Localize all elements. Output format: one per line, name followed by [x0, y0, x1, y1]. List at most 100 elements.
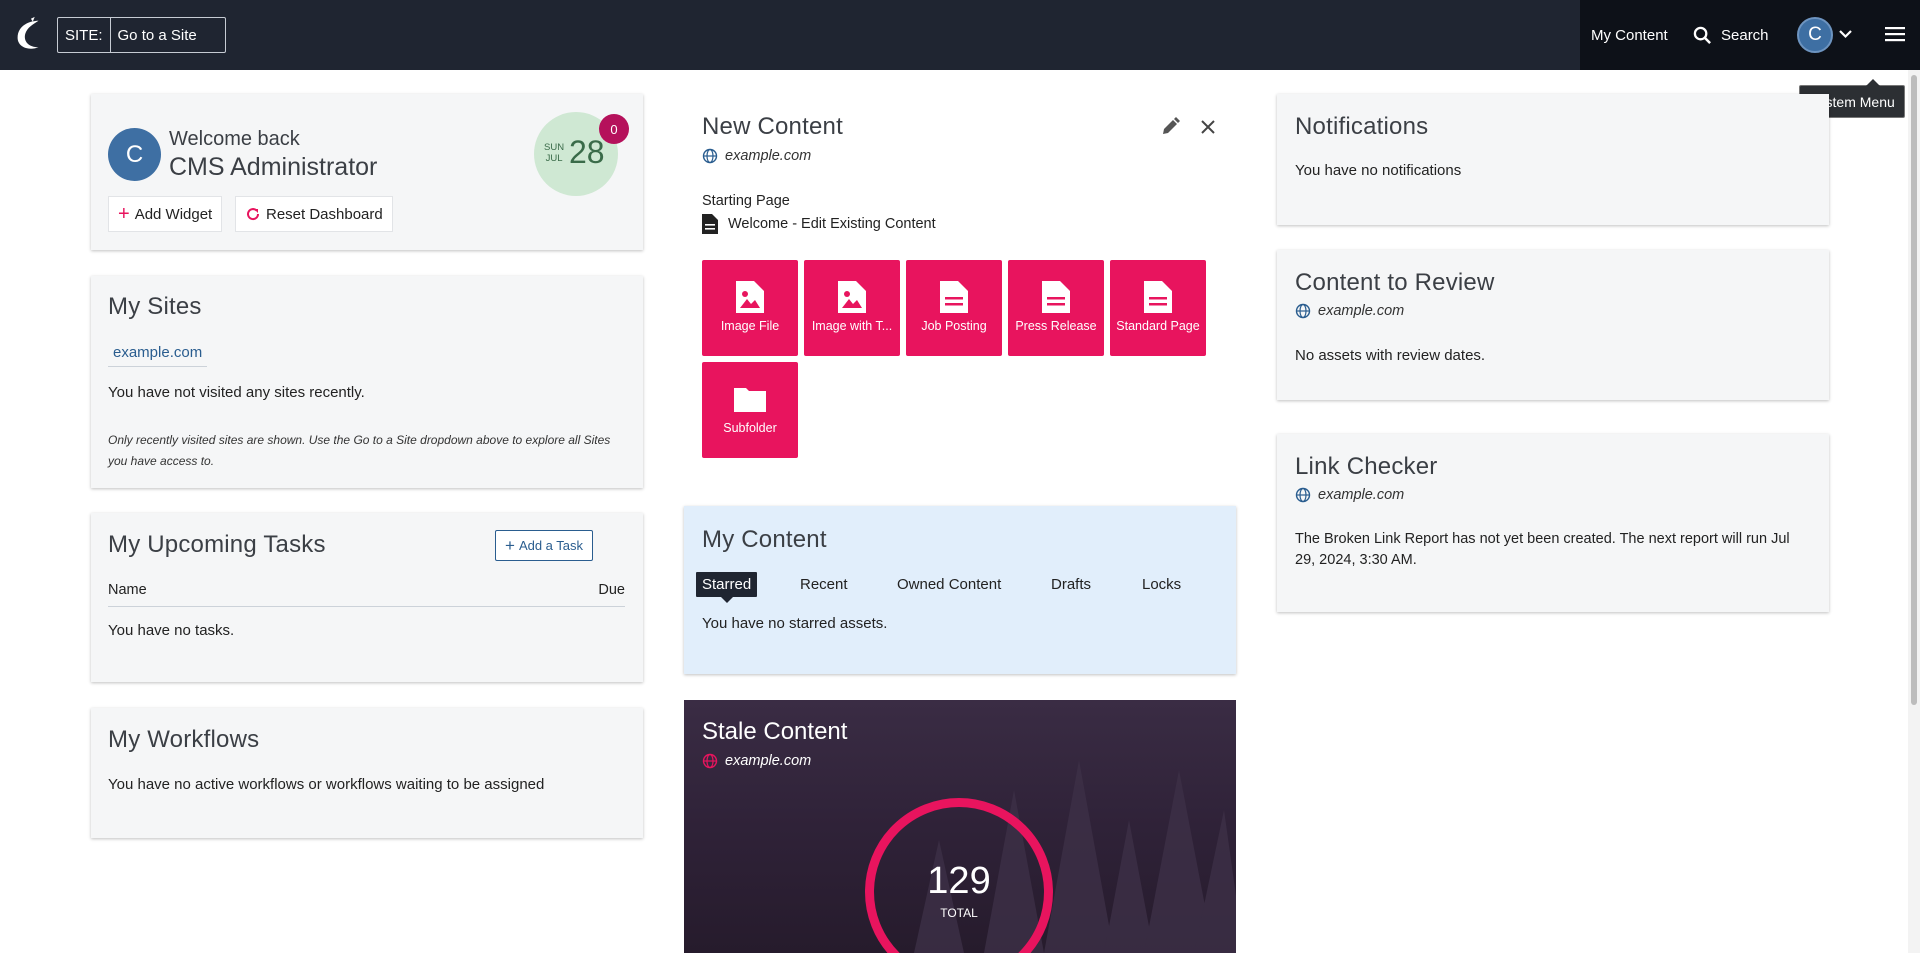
user-avatar[interactable]: C [1797, 17, 1833, 53]
my-content-widget: My Content Starred Recent Owned Content … [684, 506, 1236, 674]
stale-content-title: Stale Content [702, 718, 848, 745]
my-content-link[interactable]: My Content [1591, 0, 1668, 70]
content-review-widget: Content to Review example.com No assets … [1277, 250, 1829, 400]
site-picker-value: Go to a Site [117, 26, 197, 44]
my-content-title: My Content [702, 526, 827, 553]
stale-total-label: TOTAL [940, 906, 978, 920]
workflows-title: My Workflows [108, 726, 260, 753]
search-button[interactable]: Search [1693, 0, 1769, 70]
tasks-title: My Upcoming Tasks [108, 531, 326, 558]
add-widget-label: Add Widget [134, 205, 213, 223]
scrollbar-thumb[interactable] [1911, 75, 1917, 705]
document-icon [702, 214, 718, 234]
tile-standard-page[interactable]: Standard Page [1110, 260, 1206, 356]
workflows-widget: My Workflows You have no active workflow… [91, 708, 643, 838]
notifications-widget: Notifications You have no notifications [1277, 94, 1829, 225]
new-content-title: New Content [702, 113, 843, 140]
stale-total-value: 129 [927, 860, 991, 902]
user-name: CMS Administrator [169, 153, 378, 181]
search-label: Search [1721, 26, 1769, 44]
tab-owned-content[interactable]: Owned Content [897, 576, 1001, 593]
page-scrollbar[interactable] [1908, 70, 1920, 953]
close-icon[interactable] [1200, 119, 1216, 135]
globe-icon [1295, 303, 1311, 319]
starting-page-label: Starting Page [702, 193, 790, 209]
document-icon [1144, 281, 1172, 313]
my-sites-empty: You have not visited any sites recently. [108, 384, 365, 401]
plus-icon: + [505, 536, 515, 555]
site-picker[interactable]: SITE: Go to a Site [57, 17, 226, 53]
folder-icon [734, 388, 766, 412]
add-widget-button[interactable]: + Add Widget [108, 196, 223, 232]
my-content-empty: You have no starred assets. [702, 615, 888, 632]
starting-page[interactable]: Welcome - Edit Existing Content [702, 214, 936, 234]
globe-icon [702, 148, 718, 164]
edit-pencil-icon[interactable] [1160, 117, 1180, 137]
hamburger-menu-icon[interactable] [1885, 26, 1905, 42]
content-review-site-label: example.com [1318, 303, 1405, 319]
content-review-site: example.com [1295, 303, 1404, 319]
plus-icon: + [118, 203, 130, 225]
tile-label: Job Posting [921, 319, 987, 333]
stale-content-site: example.com [702, 753, 811, 769]
link-checker-widget: Link Checker example.com The Broken Link… [1277, 434, 1829, 612]
stale-content-site-label: example.com [725, 753, 812, 769]
tasks-empty: You have no tasks. [108, 622, 235, 639]
workflows-empty: You have no active workflows or workflow… [108, 776, 545, 793]
search-icon [1693, 26, 1711, 44]
tile-label: Standard Page [1116, 319, 1200, 333]
column-due[interactable]: Due [598, 582, 625, 598]
tile-press-release[interactable]: Press Release [1008, 260, 1104, 356]
chevron-down-icon[interactable] [1839, 29, 1852, 39]
add-task-button[interactable]: + Add a Task [495, 530, 594, 561]
tile-image-with-text[interactable]: Image with T... [804, 260, 900, 356]
link-checker-site: example.com [1295, 487, 1404, 503]
document-icon [940, 281, 968, 313]
link-checker-title: Link Checker [1295, 453, 1438, 480]
tab-locks[interactable]: Locks [1142, 576, 1181, 593]
my-sites-widget: My Sites example.com You have not visite… [91, 276, 643, 488]
starting-page-value: Welcome - Edit Existing Content [728, 216, 936, 232]
tile-subfolder[interactable]: Subfolder [702, 362, 798, 458]
welcome-widget: C Welcome back CMS Administrator SUN JUL… [91, 94, 643, 250]
image-file-icon [736, 281, 764, 313]
date-number: 28 [569, 134, 605, 170]
tile-label: Image File [720, 319, 780, 333]
date-day: SUN [544, 142, 565, 153]
cms-logo-icon[interactable] [10, 14, 48, 54]
tile-label: Press Release [1015, 319, 1097, 333]
link-checker-message: The Broken Link Report has not yet been … [1295, 531, 1790, 568]
date-month: JUL [545, 153, 563, 164]
tile-job-posting[interactable]: Job Posting [906, 260, 1002, 356]
content-review-title: Content to Review [1295, 269, 1495, 296]
top-navigation-bar: SITE: Go to a Site My Content Search C [0, 0, 1920, 70]
column-name[interactable]: Name [108, 582, 147, 598]
image-file-icon [838, 281, 866, 313]
my-sites-title: My Sites [108, 293, 202, 320]
add-task-label: Add a Task [518, 538, 584, 553]
site-link[interactable]: example.com [108, 344, 208, 367]
content-review-empty: No assets with review dates. [1295, 347, 1486, 364]
stale-content-widget: Stale Content example.com 129 TOTAL [684, 700, 1236, 953]
tile-label: Image with T... [811, 319, 893, 333]
reset-dashboard-label: Reset Dashboard [266, 205, 383, 223]
my-sites-note: Only recently visited sites are shown. U… [108, 433, 611, 468]
reset-dashboard-button[interactable]: Reset Dashboard [235, 196, 393, 232]
new-content-site-label: example.com [725, 148, 812, 164]
new-content-widget: New Content example.com Starting Page We… [684, 94, 1236, 474]
welcome-greeting: Welcome back [169, 128, 300, 150]
tile-image-file[interactable]: Image File [702, 260, 798, 356]
tab-drafts[interactable]: Drafts [1051, 576, 1091, 593]
notification-count-badge[interactable]: 0 [599, 114, 629, 144]
tasks-widget: My Upcoming Tasks + Add a Task Name Due … [91, 513, 643, 682]
tab-recent[interactable]: Recent [800, 576, 848, 593]
notifications-title: Notifications [1295, 113, 1429, 140]
tab-starred[interactable]: Starred [696, 572, 758, 603]
refresh-icon [247, 208, 260, 221]
globe-icon [1295, 487, 1311, 503]
tile-label: Subfolder [723, 421, 777, 435]
site-picker-label: SITE: [58, 18, 111, 52]
notifications-empty: You have no notifications [1295, 162, 1462, 179]
globe-icon [702, 753, 718, 769]
link-checker-site-label: example.com [1318, 487, 1405, 503]
